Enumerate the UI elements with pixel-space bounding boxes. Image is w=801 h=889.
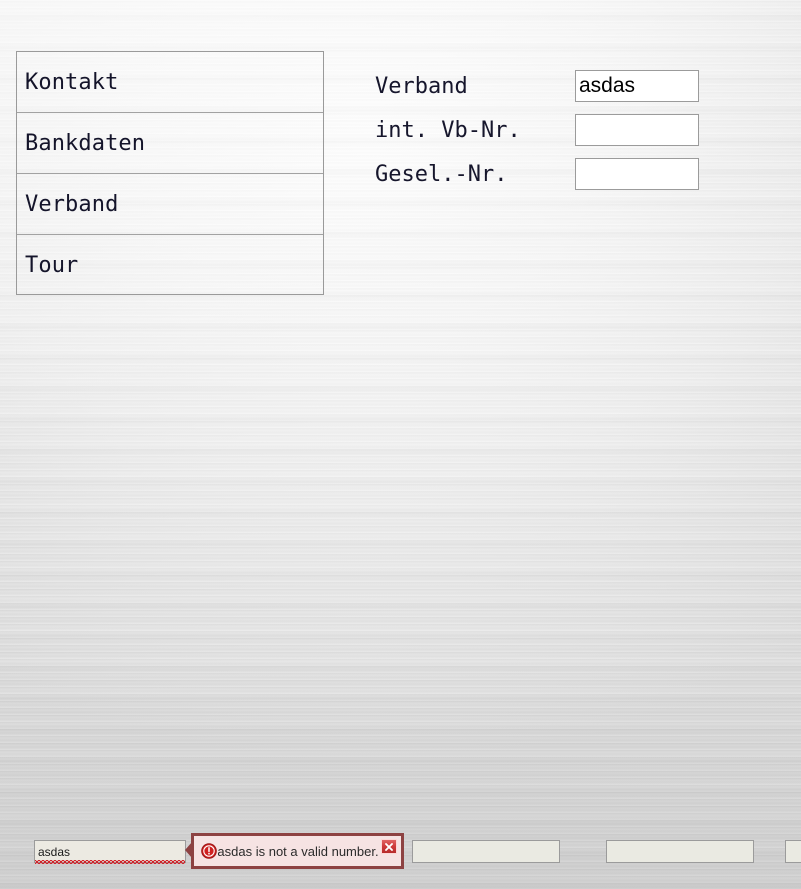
- sidebar-item-label: Verband: [25, 191, 119, 217]
- form-row-int-vb-nr: int. Vb-Nr.: [375, 108, 715, 152]
- sidebar-item-label: Tour: [25, 253, 79, 278]
- sidebar-item-kontakt[interactable]: Kontakt: [17, 52, 323, 113]
- gesel-nr-input[interactable]: [575, 158, 699, 190]
- int-vb-nr-input[interactable]: [575, 114, 699, 146]
- sidebar-item-tour[interactable]: Tour: [17, 235, 323, 296]
- close-icon[interactable]: [381, 839, 397, 854]
- error-circle-icon: [201, 843, 217, 859]
- sidebar-item-label: Bankdaten: [25, 130, 146, 156]
- verband-input[interactable]: [575, 70, 699, 102]
- app-window: Kontakt Bankdaten Verband Tour Verband i…: [0, 0, 801, 889]
- form-row-gesel-nr: Gesel.-Nr.: [375, 152, 715, 196]
- form-row-verband: Verband: [375, 64, 715, 108]
- gesel-nr-label: Gesel.-Nr.: [375, 161, 508, 187]
- bottom-input-4[interactable]: [785, 840, 801, 863]
- bottom-input-3[interactable]: [606, 840, 754, 863]
- spellcheck-squiggle-underline: [35, 860, 185, 864]
- bottom-input-2[interactable]: [412, 840, 560, 863]
- sidebar-item-verband[interactable]: Verband: [17, 174, 323, 235]
- error-tooltip: asdas is not a valid number.: [191, 833, 404, 869]
- verband-label: Verband: [375, 73, 468, 99]
- close-x-glyph: [385, 842, 393, 851]
- error-message-text: asdas is not a valid number.: [217, 843, 379, 859]
- int-vb-nr-label: int. Vb-Nr.: [375, 117, 521, 143]
- sidebar-item-label: Kontakt: [25, 69, 119, 95]
- nav-panel: Kontakt Bankdaten Verband Tour: [16, 51, 324, 295]
- verband-form: Verband int. Vb-Nr. Gesel.-Nr.: [375, 64, 715, 196]
- sidebar-item-bankdaten[interactable]: Bankdaten: [17, 113, 323, 174]
